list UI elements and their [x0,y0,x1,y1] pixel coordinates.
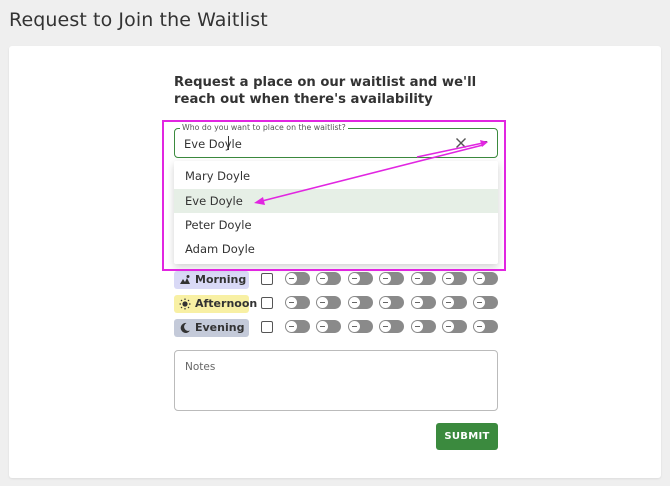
toggle-afternoon-day-5[interactable] [411,296,436,309]
slot-morning-badge: Morning [174,271,249,289]
notes-field[interactable]: Notes [174,350,498,411]
slot-evening-badge: Evening [174,319,249,337]
toggle-morning-day-7[interactable] [473,272,498,285]
toggle-evening-day-5[interactable] [411,320,436,333]
slot-evening-label: Evening [195,321,245,334]
submit-button[interactable]: SUBMIT [436,423,498,450]
toggle-evening-day-3[interactable] [348,320,373,333]
toggle-afternoon-day-2[interactable] [316,296,341,309]
slot-afternoon-badge: Afternoon [174,295,257,313]
toggle-afternoon-day-3[interactable] [348,296,373,309]
toggle-evening-day-7[interactable] [473,320,498,333]
toggle-afternoon-day-7[interactable] [473,296,498,309]
slot-afternoon-checkbox[interactable] [261,297,273,309]
slot-morning-checkbox[interactable] [261,273,273,285]
moon-icon [180,322,190,333]
notes-placeholder: Notes [185,361,216,373]
sun-icon [179,298,191,310]
toggle-evening-day-4[interactable] [379,320,404,333]
toggle-morning-day-2[interactable] [316,272,341,285]
toggle-evening-day-2[interactable] [316,320,341,333]
toggle-morning-day-4[interactable] [379,272,404,285]
page-title: Request to Join the Waitlist [9,9,268,31]
slot-morning-label: Morning [195,273,247,286]
slot-afternoon-label: Afternoon [195,297,258,310]
annotation-highlight-box [162,120,506,271]
toggle-evening-day-1[interactable] [285,320,310,333]
slot-evening-checkbox[interactable] [261,321,273,333]
toggle-evening-day-6[interactable] [442,320,467,333]
sunrise-icon [180,275,190,284]
toggle-morning-day-3[interactable] [348,272,373,285]
toggle-morning-day-6[interactable] [442,272,467,285]
toggle-morning-day-5[interactable] [411,272,436,285]
toggle-afternoon-day-1[interactable] [285,296,310,309]
form-heading: Request a place on our waitlist and we'l… [174,75,477,107]
toggle-afternoon-day-6[interactable] [442,296,467,309]
toggle-afternoon-day-4[interactable] [379,296,404,309]
toggle-morning-day-1[interactable] [285,272,310,285]
